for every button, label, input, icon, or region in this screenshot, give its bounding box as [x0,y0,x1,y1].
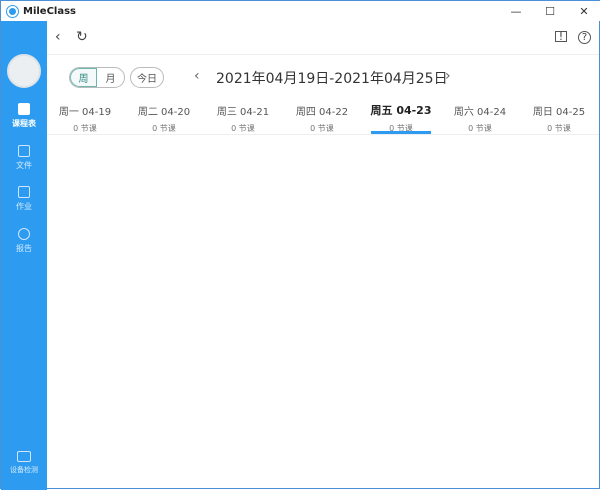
device-check-button[interactable]: 设备检测 [1,451,47,475]
today-button[interactable]: 今日 [130,67,164,88]
sidebar-item-files[interactable]: 文件 [1,145,47,171]
day-tab-selected[interactable]: 周五 04-23 0 节课 [369,102,433,134]
close-button[interactable]: ✕ [567,1,600,21]
maximize-button[interactable]: ☐ [533,1,567,21]
day-tab[interactable]: 周四 04-22 0 节课 [290,103,354,134]
sidebar-item-label: 作业 [16,202,32,211]
app-title: MileClass [23,5,77,17]
title-bar: MileClass — ☐ ✕ [1,1,600,21]
lesson-count: 0 节课 [73,124,97,133]
sidebar-item-label: 文件 [16,161,32,170]
day-label: 周三 04-21 [216,107,270,118]
refresh-icon[interactable]: ↻ [76,29,88,45]
view-toggle: 周 月 [69,67,125,88]
day-label: 周六 04-24 [453,107,507,118]
pie-chart-icon [18,228,30,240]
lesson-count: 0 节课 [231,124,255,133]
month-view-button[interactable]: 月 [97,68,124,87]
sidebar-item-schedule[interactable]: 课程表 [1,103,47,129]
day-label: 周四 04-22 [295,107,349,118]
play-icon [18,103,30,115]
day-tab[interactable]: 周三 04-21 0 节课 [211,103,275,134]
week-view-button[interactable]: 周 [70,68,97,87]
lesson-count: 0 节课 [547,124,571,133]
lesson-count: 0 节课 [310,124,334,133]
minimize-button[interactable]: — [499,1,533,21]
feedback-icon[interactable]: ! [555,31,567,42]
day-tab[interactable]: 周一 04-19 0 节课 [53,103,117,134]
device-check-label: 设备检测 [10,466,38,474]
lesson-count: 0 节课 [468,124,492,133]
edit-icon [18,186,30,198]
sidebar-item-label: 报告 [16,244,32,253]
week-days: 周一 04-19 0 节课 周二 04-20 0 节课 周三 04-21 0 节课 周… [47,103,599,135]
day-label: 周五 04-23 [370,104,432,117]
sidebar-item-homework[interactable]: 作业 [1,186,47,212]
sidebar-item-reports[interactable]: 报告 [1,228,47,254]
day-tab[interactable]: 周六 04-24 0 节课 [448,103,512,134]
day-tab[interactable]: 周二 04-20 0 节课 [132,103,196,134]
lesson-count: 0 节课 [389,124,413,133]
monitor-icon [17,451,31,462]
folder-icon [18,145,30,157]
day-label: 周二 04-20 [137,107,191,118]
sidebar: 课程表 文件 作业 报告 设备检测 [1,21,47,490]
help-icon[interactable]: ? [578,31,591,44]
day-tab[interactable]: 周日 04-25 0 节课 [527,103,591,134]
day-label: 周一 04-19 [58,107,112,118]
avatar[interactable] [7,54,41,88]
prev-week-button[interactable]: ‹ [194,68,200,84]
date-range: 2021年04月19日-2021年04月25日 [216,71,448,87]
app-logo-icon [7,5,18,17]
day-label: 周日 04-25 [532,107,586,118]
back-icon[interactable]: ‹ [55,29,61,45]
lesson-count: 0 节课 [152,124,176,133]
sidebar-item-label: 课程表 [12,119,36,128]
toolbar: ‹ ↻ ! ? [47,21,599,55]
next-week-button[interactable]: › [445,68,451,84]
